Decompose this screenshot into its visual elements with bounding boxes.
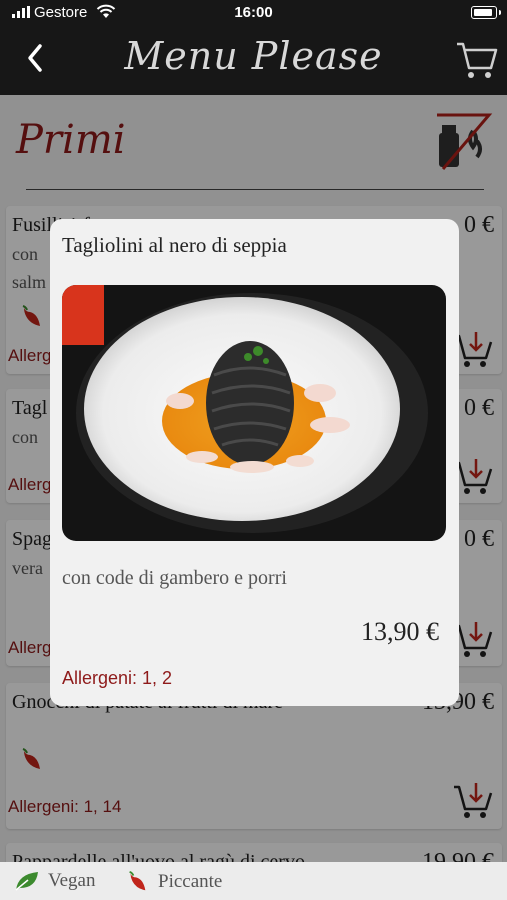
- dish-photo: [62, 285, 446, 541]
- modal-price: 13,90 €: [361, 617, 439, 646]
- legend-vegan: Vegan: [14, 870, 95, 892]
- dish-detail-modal[interactable]: Tagliolini al nero di seppia con code di…: [50, 219, 459, 706]
- cart-icon[interactable]: [455, 38, 499, 82]
- modal-title: Tagliolini al nero di seppia: [62, 233, 287, 257]
- modal-allergens: Allergeni: 1, 2: [62, 668, 173, 688]
- legend-bar: Vegan Piccante: [0, 862, 507, 900]
- legend-spicy: Piccante: [124, 870, 222, 894]
- status-time: 16:00: [234, 4, 273, 21]
- legend-spicy-label: Piccante: [158, 871, 223, 892]
- chili-icon: [129, 870, 146, 891]
- battery-icon: [471, 6, 501, 19]
- status-bar: Gestore 16:00: [0, 0, 507, 26]
- app-title: Menu Please: [124, 34, 383, 78]
- legend-vegan-label: Vegan: [48, 870, 96, 891]
- modal-description: con code di gambero e porri: [62, 567, 287, 589]
- top-bar: Gestore 16:00 Menu Please: [0, 0, 507, 95]
- leaf-icon: [15, 872, 38, 891]
